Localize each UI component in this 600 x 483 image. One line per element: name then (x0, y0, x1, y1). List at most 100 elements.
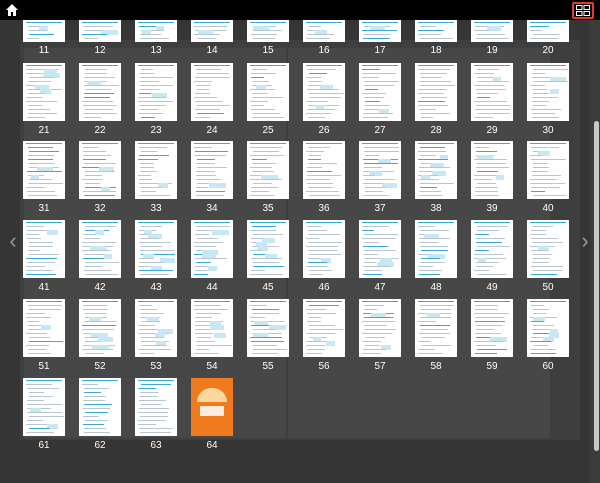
page-thumbnail[interactable]: 14 (191, 20, 233, 56)
page-thumbnail[interactable]: 32 (79, 141, 121, 214)
page-thumbnail-image (23, 141, 65, 199)
thumbnail-grid-icon[interactable] (572, 2, 594, 19)
page-thumbnail[interactable]: 50 (527, 220, 569, 293)
page-thumbnail[interactable]: 23 (135, 63, 177, 136)
page-thumbnail-image (247, 220, 289, 278)
page-thumbnail-image (23, 20, 65, 42)
page-thumbnail[interactable]: 61 (23, 378, 65, 451)
page-number-label: 15 (262, 45, 274, 56)
page-number-label: 13 (150, 45, 162, 56)
page-number-label: 31 (38, 203, 50, 214)
page-thumbnail-image (359, 63, 401, 121)
page-thumbnail[interactable]: 34 (191, 141, 233, 214)
page-number-label: 42 (94, 282, 106, 293)
page-number-label: 57 (374, 361, 386, 372)
page-thumbnail[interactable]: 46 (303, 220, 345, 293)
page-thumbnail[interactable]: 43 (135, 220, 177, 293)
page-thumbnail[interactable]: 28 (415, 63, 457, 136)
page-thumbnail[interactable]: 19 (471, 20, 513, 56)
page-number-label: 27 (374, 125, 386, 136)
page-thumbnail-image (471, 141, 513, 199)
page-thumbnail-image (135, 299, 177, 357)
page-thumbnail[interactable]: 59 (471, 299, 513, 372)
page-number-label: 64 (206, 440, 218, 451)
page-thumbnail[interactable]: 29 (471, 63, 513, 136)
page-thumbnail-image (79, 20, 121, 42)
page-number-label: 55 (262, 361, 274, 372)
page-thumbnail-image (191, 63, 233, 121)
page-number-label: 40 (542, 203, 554, 214)
page-thumbnail[interactable]: 27 (359, 63, 401, 136)
page-thumbnail[interactable]: 62 (79, 378, 121, 451)
page-thumbnail[interactable]: 44 (191, 220, 233, 293)
page-thumbnail[interactable]: 26 (303, 63, 345, 136)
page-thumbnail-image (191, 141, 233, 199)
page-thumbnail[interactable]: 55 (247, 299, 289, 372)
page-thumbnail[interactable]: 39 (471, 141, 513, 214)
page-thumbnail[interactable]: 36 (303, 141, 345, 214)
page-thumbnail-image (527, 299, 569, 357)
page-thumbnail[interactable]: 35 (247, 141, 289, 214)
page-thumbnail[interactable]: 48 (415, 220, 457, 293)
page-thumbnail[interactable]: 54 (191, 299, 233, 372)
page-number-label: 28 (430, 125, 442, 136)
page-thumbnail[interactable]: 58 (415, 299, 457, 372)
page-thumbnail[interactable]: 11 (23, 20, 65, 56)
page-thumbnail[interactable]: 30 (527, 63, 569, 136)
page-thumbnail[interactable]: 15 (247, 20, 289, 56)
page-thumbnail-image (247, 63, 289, 121)
page-number-label: 48 (430, 282, 442, 293)
page-number-label: 51 (38, 361, 50, 372)
page-thumbnail[interactable]: 53 (135, 299, 177, 372)
page-thumbnail[interactable]: 40 (527, 141, 569, 214)
page-number-label: 24 (206, 125, 218, 136)
page-thumbnail-image (303, 141, 345, 199)
page-thumbnail[interactable]: 57 (359, 299, 401, 372)
page-thumbnail-image (135, 63, 177, 121)
page-thumbnail-image (527, 63, 569, 121)
page-thumbnail[interactable]: 42 (79, 220, 121, 293)
page-thumbnail[interactable]: 12 (79, 20, 121, 56)
page-thumbnail[interactable]: 16 (303, 20, 345, 56)
page-thumbnail[interactable]: 13 (135, 20, 177, 56)
page-thumbnail-image (191, 220, 233, 278)
page-thumbnail-image (135, 378, 177, 436)
page-thumbnail[interactable]: 21 (23, 63, 65, 136)
page-thumbnail[interactable]: 37 (359, 141, 401, 214)
page-thumbnail[interactable]: 24 (191, 63, 233, 136)
page-thumbnail[interactable]: 60 (527, 299, 569, 372)
page-thumbnail-image (79, 141, 121, 199)
page-thumbnail[interactable]: 18 (415, 20, 457, 56)
page-number-label: 59 (486, 361, 498, 372)
page-number-label: 37 (374, 203, 386, 214)
page-thumbnail-image (135, 220, 177, 278)
page-thumbnail[interactable]: 33 (135, 141, 177, 214)
page-thumbnail[interactable]: 45 (247, 220, 289, 293)
page-number-label: 22 (94, 125, 106, 136)
page-thumbnail[interactable]: 25 (247, 63, 289, 136)
page-thumbnail[interactable]: 41 (23, 220, 65, 293)
page-thumbnail[interactable]: 63 (135, 378, 177, 451)
page-thumbnail-image (79, 299, 121, 357)
page-thumbnail[interactable]: 38 (415, 141, 457, 214)
page-thumbnail[interactable]: 56 (303, 299, 345, 372)
page-number-label: 38 (430, 203, 442, 214)
prev-page-arrow-icon[interactable]: ‹ (6, 230, 20, 252)
page-thumbnail[interactable]: 64 (191, 378, 233, 451)
page-thumbnail[interactable]: 22 (79, 63, 121, 136)
page-thumbnail[interactable]: 20 (527, 20, 569, 56)
page-thumbnail[interactable]: 49 (471, 220, 513, 293)
page-thumbnail-image (303, 220, 345, 278)
page-thumbnail[interactable]: 17 (359, 20, 401, 56)
page-thumbnail[interactable]: 51 (23, 299, 65, 372)
page-thumbnail[interactable]: 31 (23, 141, 65, 214)
page-thumbnail[interactable]: 52 (79, 299, 121, 372)
home-icon[interactable] (5, 3, 19, 17)
page-thumbnail[interactable]: 47 (359, 220, 401, 293)
page-number-label: 63 (150, 440, 162, 451)
page-number-label: 18 (430, 45, 442, 56)
page-number-label: 11 (38, 45, 50, 56)
scrollbar-thumb[interactable] (594, 121, 599, 451)
page-thumbnail-image (527, 141, 569, 199)
page-thumbnail-image (359, 141, 401, 199)
